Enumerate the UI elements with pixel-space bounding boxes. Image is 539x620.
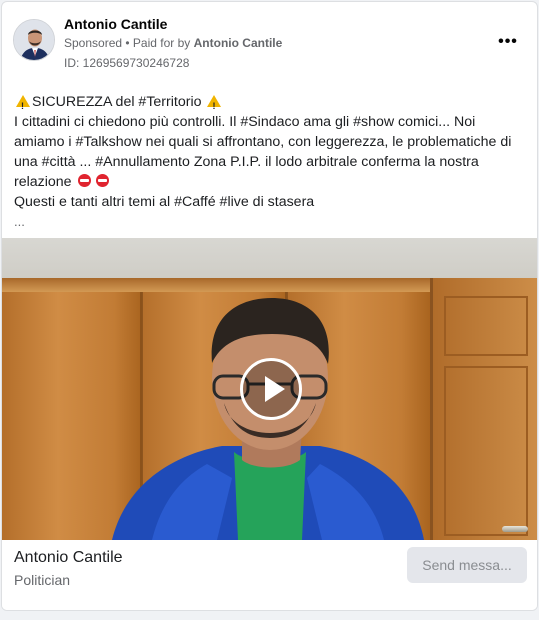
page-name[interactable]: Antonio Cantile (64, 16, 167, 32)
post-line-5-text: relazione (14, 174, 72, 190)
post-line-6: Questi e tanti altri temi al #Caffé #liv… (14, 194, 315, 210)
ad-card: Antonio Cantile Sponsored • Paid for by … (1, 1, 538, 611)
post-line-1: SICUREZZA del #Territorio (14, 92, 530, 116)
page-category: Politician (14, 572, 71, 588)
no-entry-icon (77, 174, 91, 187)
see-more-ellipsis[interactable]: ... (14, 212, 530, 232)
video-player[interactable] (2, 238, 537, 540)
play-icon[interactable] (240, 358, 302, 420)
post-line-1-text: SICUREZZA del #Territorio (32, 94, 202, 110)
post-line-5: relazione (14, 172, 530, 192)
more-options-button[interactable]: ••• (494, 28, 522, 56)
footer-page-name[interactable]: Antonio Cantile (14, 549, 123, 567)
ad-footer: Antonio Cantile Politician Send messa... (2, 540, 537, 610)
warning-icon (207, 95, 222, 116)
paid-for-prefix: • Paid for by (122, 36, 194, 50)
page-avatar[interactable] (13, 19, 55, 61)
post-line-4: una #città ... #Annullamento Zona P.I.P.… (14, 154, 479, 170)
ad-id: ID: 1269569730246728 (64, 56, 190, 70)
post-text: SICUREZZA del #Territorio I cittadini ci… (14, 92, 530, 232)
sponsored-line: Sponsored • Paid for by Antonio Cantile (64, 36, 282, 50)
post-line-2: I cittadini ci chiedono più controlli. I… (14, 114, 476, 130)
avatar-image (14, 20, 54, 60)
post-line-3: amiamo i #Talkshow nei quali si affronta… (14, 134, 512, 150)
sponsored-label: Sponsored (64, 36, 123, 50)
paid-for-name: Antonio Cantile (193, 36, 283, 50)
send-message-button[interactable]: Send messa... (407, 547, 527, 583)
no-entry-icon (96, 174, 110, 187)
post-header: Antonio Cantile Sponsored • Paid for by … (2, 2, 537, 82)
warning-icon (16, 95, 30, 116)
